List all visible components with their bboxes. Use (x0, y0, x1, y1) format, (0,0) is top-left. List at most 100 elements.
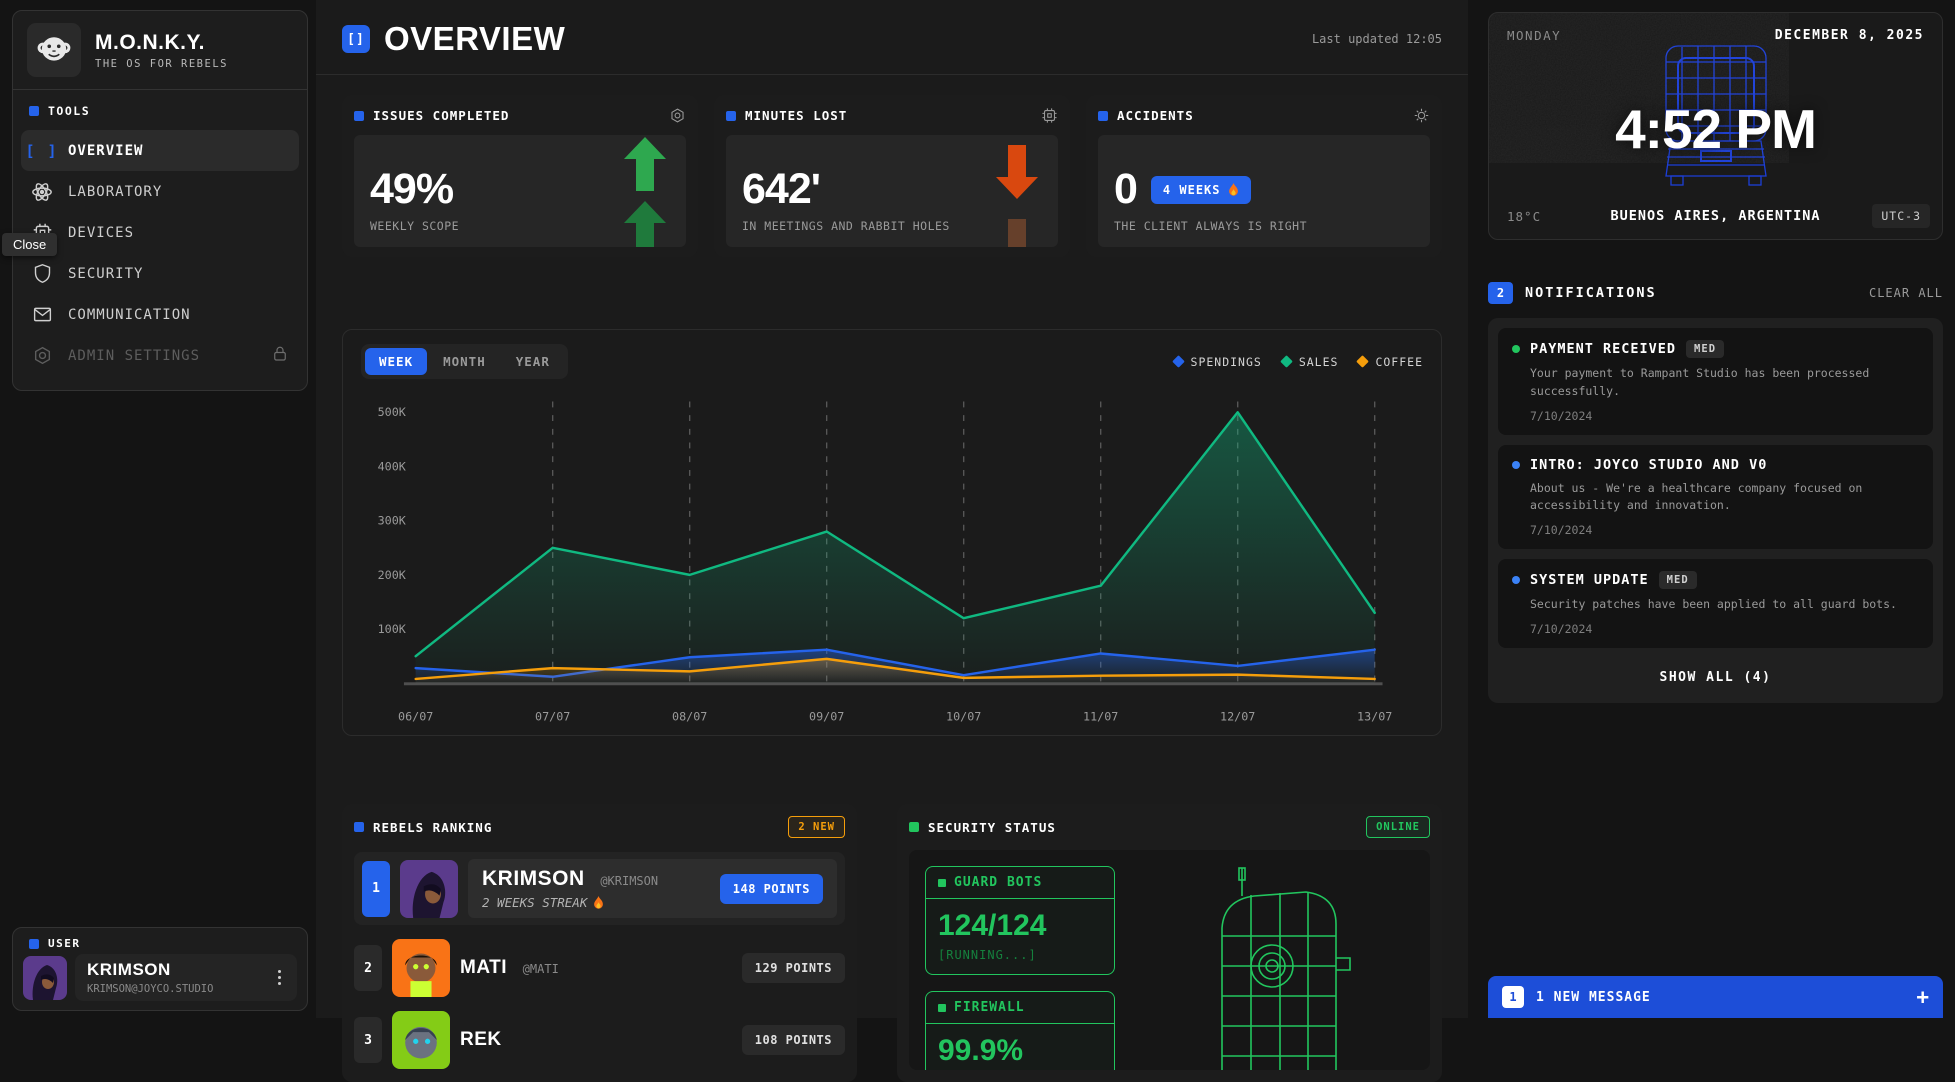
page-title: OVERVIEW (384, 20, 565, 58)
status-dot (1512, 345, 1520, 353)
svg-text:12/07: 12/07 (1220, 709, 1255, 723)
rebels-ranking-card: REBELS RANKING 2 NEW 1 KRIMSON @KRIMSON (342, 804, 857, 1082)
stat-title-row: ACCIDENTS (1098, 107, 1430, 124)
avatar (392, 939, 450, 997)
chip-icon[interactable] (1041, 107, 1058, 124)
ranking-list: 1 KRIMSON @KRIMSON 2 WEEKS STREAK (354, 852, 845, 1069)
notification-item[interactable]: SYSTEM UPDATE MED Security patches have … (1498, 559, 1933, 648)
trend-up-arrows-icon (622, 135, 674, 247)
notification-description: Your payment to Rampant Studio has been … (1530, 365, 1919, 401)
main-content: [] OVERVIEW Last updated 12:05 ISSUES CO… (316, 0, 1468, 1018)
tab-week[interactable]: WEEK (365, 348, 427, 375)
trend-down-arrows-icon (994, 135, 1046, 247)
rank-name: KRIMSON (482, 867, 585, 890)
ranking-row: 3 REK 108 POINTS (354, 1011, 845, 1069)
sidebar-item-communication[interactable]: COMMUNICATION (21, 294, 299, 335)
stat-card-issues: ISSUES COMPLETED 49% WEEKLY SCOPE (342, 95, 698, 257)
rank-name: MATI (460, 957, 507, 978)
notification-title: SYSTEM UPDATE (1530, 572, 1649, 588)
stat-value: 0 (1114, 169, 1137, 210)
chart-legend: SPENDINGS SALES COFFEE (1174, 355, 1423, 369)
security-metrics: GUARD BOTS 124/124 [RUNNING...] FIREWALL (925, 866, 1115, 1054)
sidebar-item-laboratory[interactable]: LABORATORY (21, 171, 299, 212)
legend-sales[interactable]: SALES (1282, 355, 1339, 369)
notification-item[interactable]: PAYMENT RECEIVED MED Your payment to Ram… (1498, 328, 1933, 435)
section-marker (938, 879, 946, 887)
stat-value-row: 0 4 WEEKS (1114, 169, 1414, 210)
timezone-badge: UTC-3 (1872, 204, 1930, 228)
sidebar-item-admin-settings: ADMIN SETTINGS (21, 335, 299, 376)
show-all-button[interactable]: SHOW ALL (4) (1498, 658, 1933, 693)
firewall-box: FIREWALL 99.9% (925, 991, 1115, 1070)
stat-card-accidents: ACCIDENTS 0 4 WEEKS THE CLIENT ALWAYS IS… (1086, 95, 1442, 257)
notification-title: INTRO: JOYCO STUDIO AND V0 (1530, 457, 1767, 473)
status-dot (1512, 576, 1520, 584)
ranking-row: 1 KRIMSON @KRIMSON 2 WEEKS STREAK (354, 852, 845, 925)
card-title-row: SECURITY STATUS ONLINE (909, 816, 1430, 838)
svg-text:13/07: 13/07 (1357, 709, 1392, 723)
section-marker (938, 1004, 946, 1012)
notification-date: 7/10/2024 (1530, 409, 1919, 423)
bottom-row: REBELS RANKING 2 NEW 1 KRIMSON @KRIMSON (342, 804, 1442, 1082)
user-row[interactable]: KRIMSON KRIMSON@JOYCO.STUDIO (13, 952, 307, 1003)
clear-all-button[interactable]: CLEAR ALL (1869, 286, 1943, 300)
chart-controls: WEEK MONTH YEAR SPENDINGS SALES COFFEE (355, 342, 1429, 381)
guard-bots-state: [RUNNING...] (938, 948, 1102, 962)
stat-title-row: MINUTES LOST (726, 107, 1058, 124)
notifications-panel: PAYMENT RECEIVED MED Your payment to Ram… (1488, 318, 1943, 703)
legend-coffee[interactable]: COFFEE (1358, 355, 1423, 369)
app-subtitle: THE OS FOR REBELS (95, 58, 228, 70)
rank-handle: @KRIMSON (600, 874, 658, 888)
plus-icon[interactable]: + (1916, 987, 1929, 1008)
user-menu-kebab-icon[interactable] (274, 966, 285, 989)
message-label: 1 NEW MESSAGE (1536, 990, 1651, 1005)
user-email: KRIMSON@JOYCO.STUDIO (87, 983, 213, 995)
sidebar-item-devices[interactable]: DEVICES (21, 212, 299, 253)
priority-badge: MED (1686, 340, 1724, 358)
monkey-icon (27, 23, 81, 77)
sidebar-item-security[interactable]: SECURITY (21, 253, 299, 294)
online-badge: ONLINE (1366, 816, 1430, 838)
clock-date: DECEMBER 8, 2025 (1775, 28, 1924, 43)
guard-bots-body: 124/124 [RUNNING...] (926, 899, 1114, 974)
flame-icon (1228, 183, 1239, 197)
stat-title-row: ISSUES COMPLETED (354, 107, 686, 124)
firewall-title: FIREWALL (926, 992, 1114, 1024)
diamond-icon (1172, 355, 1185, 368)
svg-text:06/07: 06/07 (398, 709, 433, 723)
avatar (400, 860, 458, 918)
sidebar-nav: [ ] OVERVIEW LABORATORY DEVICES SECURIT (13, 126, 307, 390)
mail-icon (31, 304, 53, 326)
brackets-icon: [ ] (31, 140, 53, 162)
area-chart: 100K200K300K400K500K06/0707/0708/0709/07… (355, 387, 1407, 731)
streak-badge: 4 WEEKS (1151, 176, 1251, 204)
notification-item[interactable]: INTRO: JOYCO STUDIO AND V0 About us - We… (1498, 445, 1933, 550)
avatar (23, 956, 67, 1000)
notification-date: 7/10/2024 (1530, 523, 1919, 537)
rank-info: MATI @MATI 129 POINTS (460, 953, 845, 983)
notification-description: About us - We're a healthcare company fo… (1530, 480, 1919, 516)
nut-icon[interactable] (669, 107, 686, 124)
stat-body: 0 4 WEEKS THE CLIENT ALWAYS IS RIGHT (1098, 135, 1430, 247)
nut-icon (31, 345, 53, 367)
new-message-bar[interactable]: 1 1 NEW MESSAGE + (1488, 976, 1943, 1018)
user-name: KRIMSON (87, 960, 213, 980)
guard-bot-wireframe-icon (1135, 866, 1414, 1054)
brackets-icon: [] (342, 25, 370, 53)
points-badge: 108 POINTS (742, 1025, 845, 1055)
legend-spendings[interactable]: SPENDINGS (1174, 355, 1262, 369)
stat-body: 49% WEEKLY SCOPE (354, 135, 686, 247)
gear-icon[interactable] (1413, 107, 1430, 124)
svg-text:10/07: 10/07 (946, 709, 981, 723)
tab-year[interactable]: YEAR (502, 348, 564, 375)
section-marker (726, 111, 736, 121)
rank-handle: @MATI (523, 962, 559, 976)
notifications-title: NOTIFICATIONS (1525, 285, 1657, 301)
tab-month[interactable]: MONTH (429, 348, 500, 375)
sidebar-item-overview[interactable]: [ ] OVERVIEW (21, 130, 299, 171)
svg-text:300K: 300K (378, 514, 407, 528)
user-section-label: USER (13, 928, 307, 952)
guard-bots-value: 124/124 (938, 909, 1102, 943)
notification-description: Security patches have been applied to al… (1530, 596, 1919, 614)
section-marker (1098, 111, 1108, 121)
